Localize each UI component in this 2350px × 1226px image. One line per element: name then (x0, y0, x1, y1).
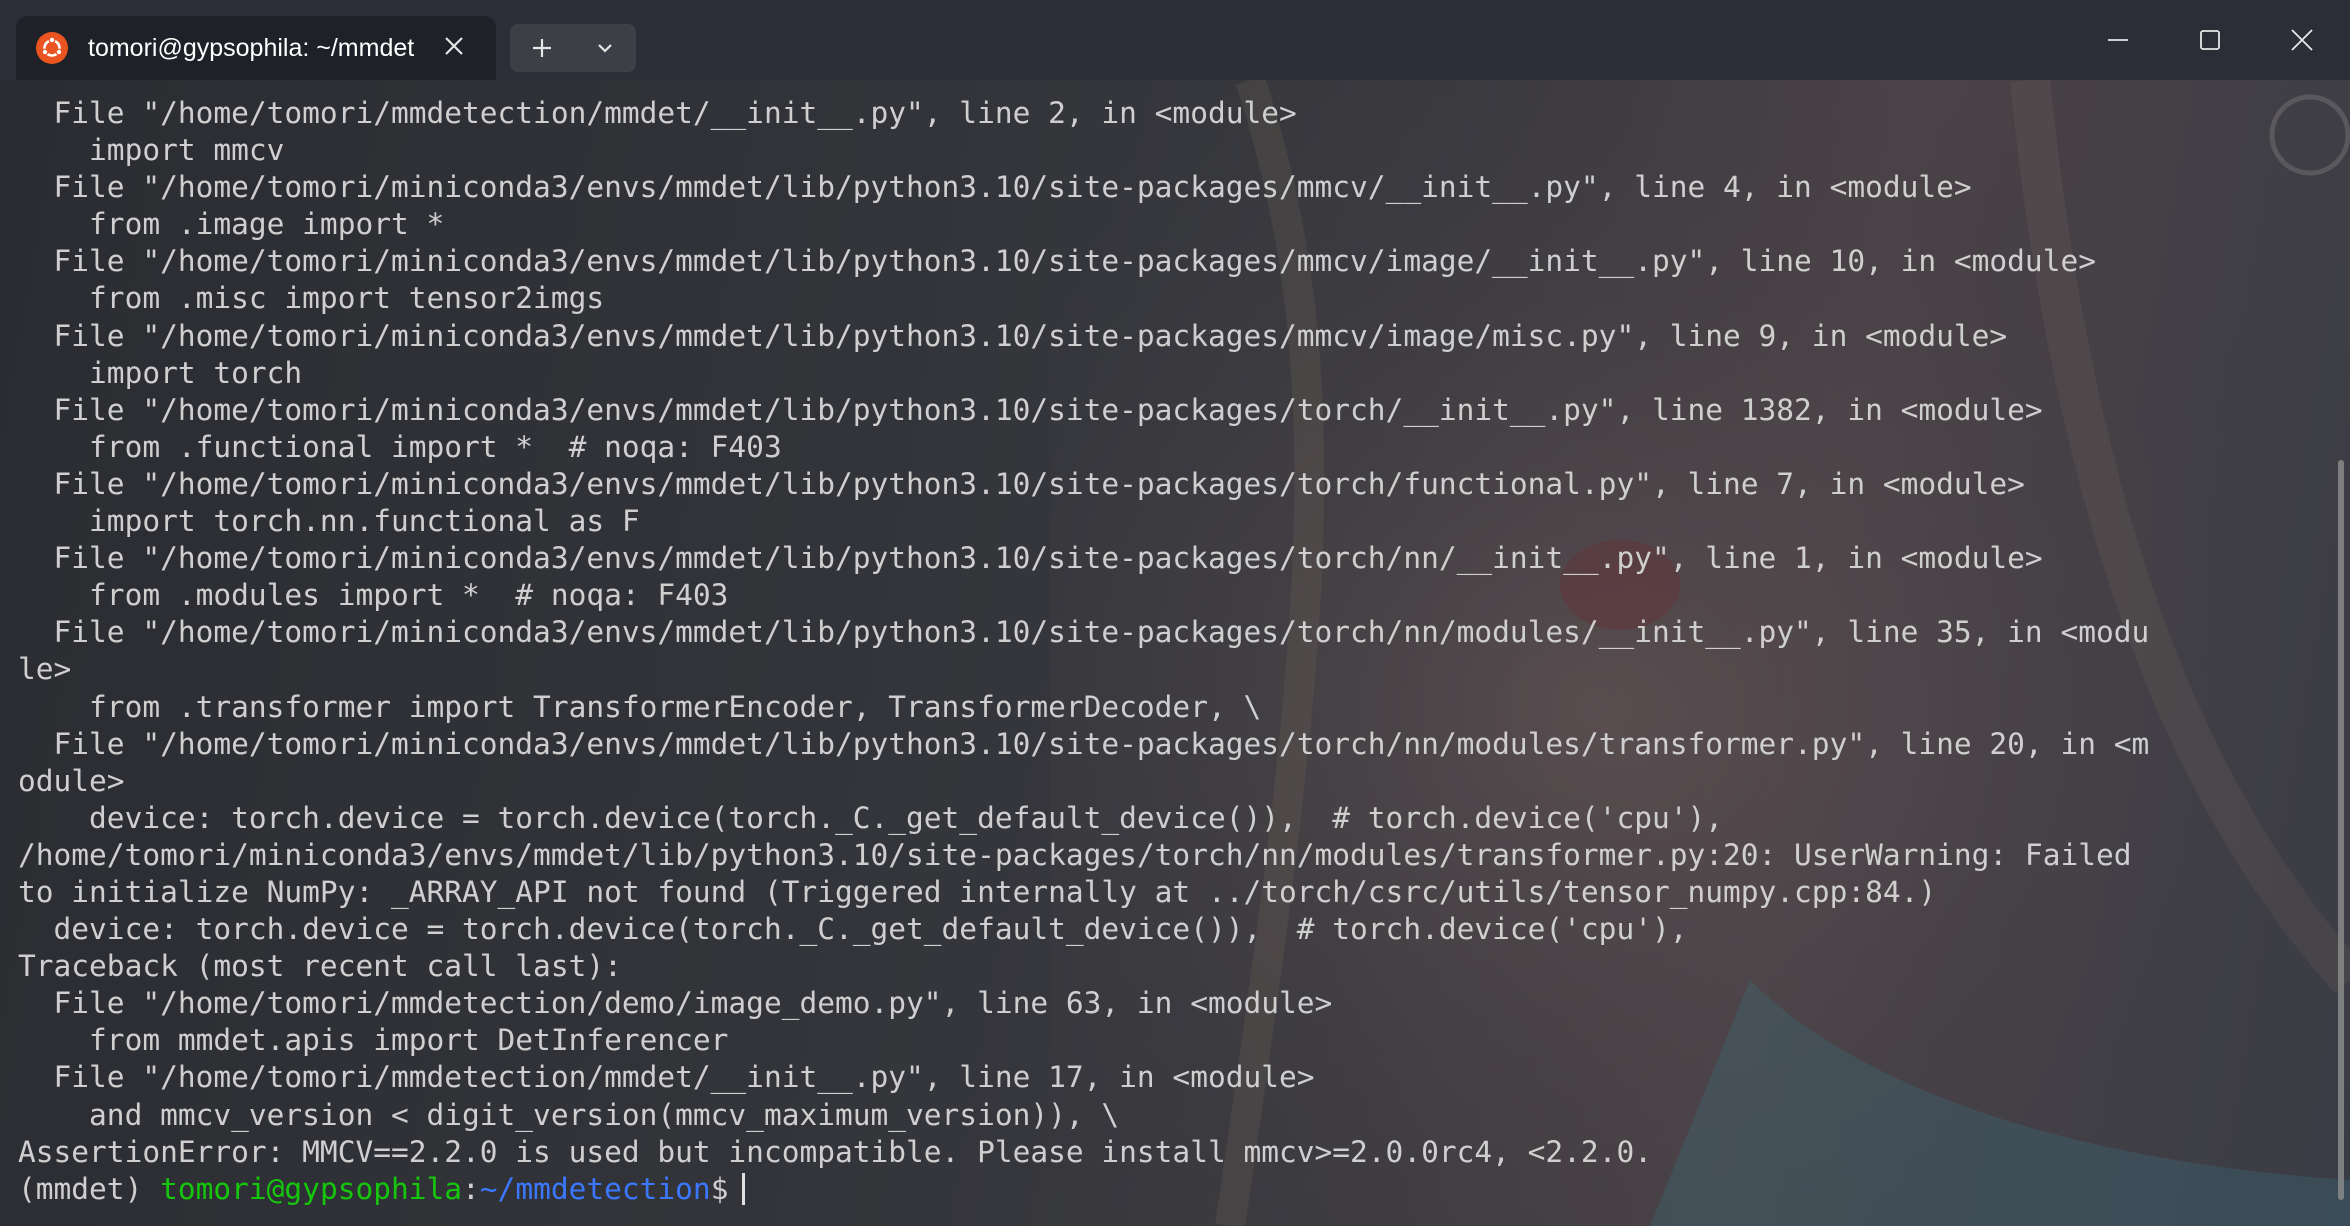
title-bar[interactable]: tomori@gypsophila: ~/mmdet (0, 0, 2350, 80)
terminal-line: from .transformer import TransformerEnco… (18, 689, 1262, 724)
terminal-line: File "/home/tomori/miniconda3/envs/mmdet… (18, 541, 2043, 576)
terminal-line: and mmcv_version < digit_version(mmcv_ma… (18, 1097, 1120, 1132)
maximize-icon (2200, 30, 2220, 50)
terminal-line: File "/home/tomori/miniconda3/envs/mmdet… (18, 615, 2150, 650)
plus-icon (532, 39, 551, 57)
terminal-line: File "/home/tomori/miniconda3/envs/mmdet… (18, 244, 2096, 279)
terminal-line: to initialize NumPy: _ARRAY_API not foun… (18, 874, 1937, 909)
terminal-content[interactable]: File "/home/tomori/mmdetection/mmdet/__i… (0, 80, 2350, 1226)
chevron-down-icon (597, 44, 612, 53)
ubuntu-icon (36, 32, 68, 64)
prompt-symbol: $ (710, 1171, 729, 1206)
new-tab-group (510, 24, 636, 72)
terminal-line: import torch (18, 355, 303, 390)
prompt-path: ~/mmdetection (479, 1171, 711, 1206)
tab-close-icon[interactable] (436, 30, 472, 66)
terminal-line: from .modules import * # noqa: F403 (18, 578, 729, 613)
prompt-line[interactable]: (mmdet) tomori@gypsophila:~/mmdetection$ (18, 1171, 2320, 1208)
minimize-icon (2108, 39, 2128, 41)
terminal-line: AssertionError: MMCV==2.2.0 is used but … (18, 1134, 1652, 1169)
new-tab-button[interactable] (510, 24, 573, 72)
close-icon (2291, 29, 2313, 51)
tab-dropdown-button[interactable] (573, 24, 636, 72)
terminal-line: from mmdet.apis import DetInferencer (18, 1023, 729, 1058)
text-cursor (742, 1172, 746, 1205)
tab-terminal[interactable]: tomori@gypsophila: ~/mmdet (16, 16, 496, 80)
terminal-line: File "/home/tomori/mmdetection/demo/imag… (18, 986, 1333, 1021)
terminal-output[interactable]: File "/home/tomori/mmdetection/mmdet/__i… (18, 95, 2320, 1208)
terminal-line: import mmcv (18, 133, 285, 168)
terminal-line: File "/home/tomori/miniconda3/envs/mmdet… (18, 466, 2025, 501)
prompt-separator: : (462, 1171, 480, 1206)
terminal-line: odule> (18, 763, 125, 798)
tab-title: tomori@gypsophila: ~/mmdet (88, 33, 415, 62)
terminal-line: File "/home/tomori/mmdetection/mmdet/__i… (18, 96, 1297, 130)
terminal-line: from .misc import tensor2imgs (18, 281, 605, 316)
terminal-line: device: torch.device = torch.device(torc… (18, 800, 1724, 835)
terminal-window: tomori@gypsophila: ~/mmdet File "/home/t… (0, 0, 2350, 1226)
terminal-line: File "/home/tomori/miniconda3/envs/mmdet… (18, 726, 2150, 761)
terminal-line: File "/home/tomori/miniconda3/envs/mmdet… (18, 392, 2043, 427)
terminal-line: File "/home/tomori/mmdetection/mmdet/__i… (18, 1060, 1315, 1095)
terminal-line: from .functional import * # noqa: F403 (18, 429, 782, 464)
maximize-button[interactable] (2170, 10, 2250, 70)
terminal-line: File "/home/tomori/miniconda3/envs/mmdet… (18, 318, 2008, 353)
terminal-line: device: torch.device = torch.device(torc… (18, 912, 1688, 947)
minimize-button[interactable] (2078, 10, 2158, 70)
scrollbar[interactable] (2338, 460, 2344, 1200)
terminal-line: le> (18, 652, 72, 687)
prompt-user-host: tomori@gypsophila (160, 1171, 463, 1206)
close-button[interactable] (2262, 10, 2342, 70)
terminal-line: Traceback (most recent call last): (18, 949, 622, 984)
terminal-line: from .image import * (18, 207, 445, 242)
terminal-line: File "/home/tomori/miniconda3/envs/mmdet… (18, 170, 1972, 205)
terminal-line: /home/tomori/miniconda3/envs/mmdet/lib/p… (18, 837, 2132, 872)
terminal-line: import torch.nn.functional as F (18, 504, 640, 539)
prompt-env: (mmdet) (18, 1171, 161, 1206)
